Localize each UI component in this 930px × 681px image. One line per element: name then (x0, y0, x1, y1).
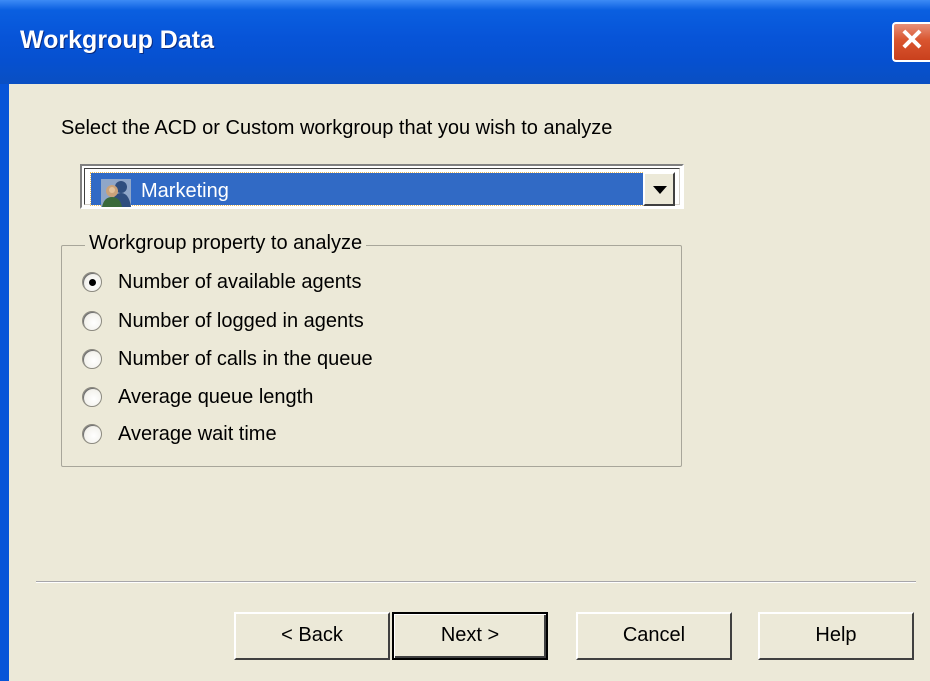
radio-selected-dot-icon (89, 279, 96, 286)
workgroup-people-icon (101, 179, 131, 207)
radio-label[interactable]: Average wait time (118, 423, 277, 446)
button-separator (36, 581, 916, 583)
back-button[interactable]: < Back (234, 612, 390, 660)
radio-button-icon[interactable] (82, 424, 102, 444)
property-groupbox-legend: Workgroup property to analyze (85, 232, 367, 255)
radio-button-icon[interactable] (82, 272, 102, 292)
title-bar[interactable]: Workgroup Data ✕ (0, 0, 930, 84)
workgroup-prompt: Select the ACD or Custom workgroup that … (61, 117, 613, 139)
dropdown-toggle-button[interactable] (643, 172, 675, 206)
close-icon: ✕ (899, 24, 925, 57)
workgroup-data-dialog: Workgroup Data ✕ Select the ACD or Custo… (0, 0, 930, 681)
dialog-title: Workgroup Data (20, 26, 214, 54)
dropdown-value-text: Marketing (141, 180, 229, 202)
help-button[interactable]: Help (758, 612, 914, 660)
cancel-button[interactable]: Cancel (576, 612, 732, 660)
close-button[interactable]: ✕ (892, 22, 930, 62)
radio-label[interactable]: Average queue length (118, 386, 313, 409)
radio-button-icon[interactable] (82, 349, 102, 369)
radio-button-icon[interactable] (82, 311, 102, 331)
dropdown-selected-value[interactable]: Marketing (90, 172, 645, 207)
radio-label[interactable]: Number of available agents (118, 271, 361, 294)
workgroup-dropdown[interactable]: Marketing (80, 164, 684, 209)
radio-button-icon[interactable] (82, 387, 102, 407)
chevron-down-icon (653, 186, 667, 194)
radio-label[interactable]: Number of logged in agents (118, 310, 364, 333)
dropdown-frame: Marketing (84, 168, 680, 207)
radio-label[interactable]: Number of calls in the queue (118, 348, 373, 371)
window-border (0, 84, 9, 681)
next-button[interactable]: Next > (392, 612, 548, 660)
